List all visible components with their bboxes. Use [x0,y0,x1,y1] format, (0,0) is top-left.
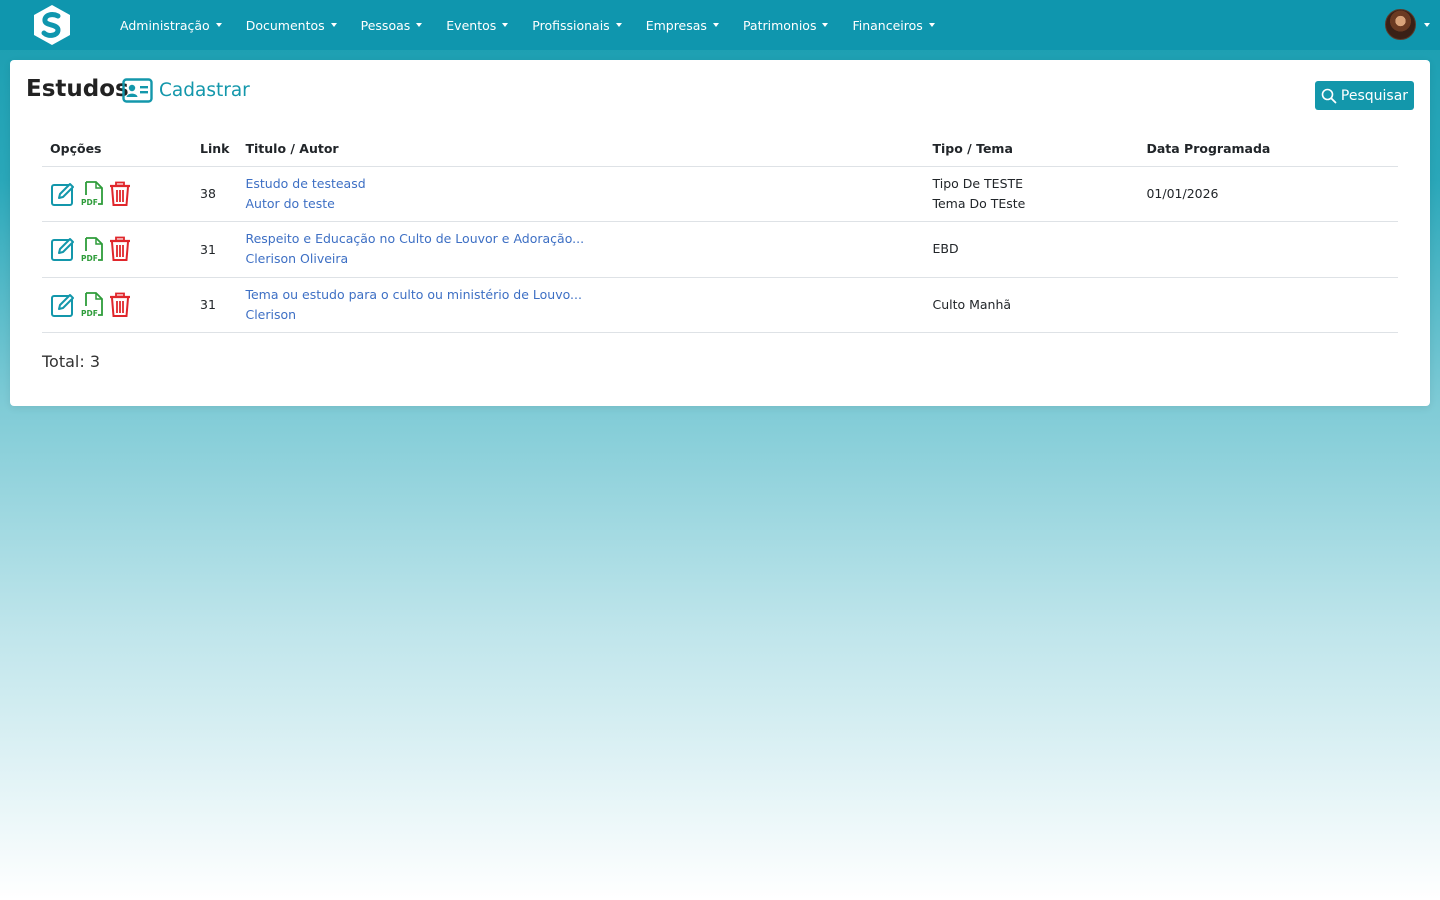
chevron-down-icon [416,23,423,27]
menu-pessoas-label: Pessoas [360,17,411,33]
search-icon [1321,88,1337,103]
menu-administracao[interactable]: Administração [120,18,222,33]
avatar[interactable] [1385,9,1416,40]
menu-empresas-label: Empresas [645,17,707,33]
edit-icon[interactable] [50,181,76,207]
study-type: Tipo De TESTE [932,175,1024,191]
header-type-theme: Tipo / Tema [924,132,1139,167]
table-row: PDF 31 Tema ou estudo para o culto ou mi… [42,277,1398,333]
menu-documentos-label: Documentos [245,17,325,33]
scheduled-date-cell [1138,221,1398,278]
title-author-cell: Estudo de testeasd Autor do teste [237,166,925,222]
options-cell: PDF [42,221,192,278]
header-scheduled-date: Data Programada [1138,132,1398,167]
header-options: Opções [42,132,192,167]
study-type: EBD [932,241,959,257]
edit-icon[interactable] [50,236,76,262]
top-navbar: Administração Documentos Pessoas Eventos… [0,0,1440,50]
chevron-down-icon [502,23,509,27]
menu-profissionais[interactable]: Profissionais [532,17,622,33]
header-title-author: Titulo / Autor [237,132,925,167]
title-author-cell: Tema ou estudo para o culto ou ministéri… [237,277,925,333]
options-cell: PDF [42,277,192,333]
link-cell: 38 [192,166,238,222]
chevron-down-icon [615,23,622,27]
menu-administracao-label: Administração [120,17,210,33]
table-row: PDF 38 Estudo de testeasd Autor do teste… [42,166,1398,222]
study-author-link[interactable]: Clerison Oliveira [245,249,916,269]
study-author-link[interactable]: Autor do teste [245,194,916,214]
page-title: Estudos [26,76,129,102]
trash-icon[interactable] [108,292,132,318]
pdf-icon[interactable]: PDF [80,291,104,318]
chevron-down-icon [215,23,222,27]
menu-financeiros[interactable]: Financeiros [852,17,935,33]
search-label: Pesquisar [1340,87,1409,104]
menu-financeiros-label: Financeiros [852,17,923,33]
scheduled-date-cell [1138,277,1398,333]
menu-pessoas[interactable]: Pessoas [361,18,423,33]
user-menu[interactable] [1385,9,1430,40]
menu-profissionais-label: Profissionais [532,17,610,33]
table-row: PDF 31 Respeito e Educação no Culto de L… [42,221,1398,278]
create-link[interactable]: Cadastrar [122,78,250,103]
menu-patrimonios[interactable]: Patrimonios [743,18,829,33]
search-button[interactable]: Pesquisar [1315,81,1414,110]
menu-patrimonios-label: Patrimonios [742,17,817,33]
chevron-down-icon [822,23,829,27]
title-author-cell: Respeito e Educação no Culto de Louvor e… [237,221,925,278]
menu-documentos[interactable]: Documentos [246,18,337,33]
chevron-down-icon [712,23,719,27]
svg-text:PDF: PDF [81,309,98,318]
study-type: Culto Manhã [932,296,1012,312]
chevron-down-icon [1424,22,1430,27]
header-link: Link [192,132,238,167]
menu-eventos-label: Eventos [446,17,497,33]
type-theme-cell: Culto Manhã [924,277,1139,333]
chevron-down-icon [928,23,935,27]
table-header-row: Opções Link Titulo / Autor Tipo / Tema D… [42,132,1398,167]
svg-text:PDF: PDF [81,198,98,207]
link-cell: 31 [192,221,238,278]
svg-text:PDF: PDF [81,254,98,263]
trash-icon[interactable] [108,181,132,207]
link-cell: 31 [192,277,238,333]
study-title-link[interactable]: Tema ou estudo para o culto ou ministéri… [245,285,916,305]
content-card: Estudos Cadastrar Pesquisar Opções Link … [10,60,1430,406]
options-cell: PDF [42,166,192,222]
scheduled-date-cell: 01/01/2026 [1138,166,1398,222]
menu-empresas[interactable]: Empresas [646,18,719,33]
study-theme: Tema Do TEste [932,195,1026,211]
study-title-link[interactable]: Respeito e Educação no Culto de Louvor e… [245,229,916,249]
main-menu: Administração Documentos Pessoas Eventos… [120,0,959,50]
type-theme-cell: Tipo De TESTE Tema Do TEste [924,166,1139,222]
study-title-link[interactable]: Estudo de testeasd [245,174,916,194]
edit-icon[interactable] [50,292,76,318]
studies-table: Opções Link Titulo / Autor Tipo / Tema D… [42,132,1398,333]
pdf-icon[interactable]: PDF [80,180,104,207]
menu-eventos[interactable]: Eventos [446,17,509,33]
pdf-icon[interactable]: PDF [80,236,104,263]
chevron-down-icon [330,23,337,27]
create-label: Cadastrar [159,80,250,101]
study-author-link[interactable]: Clerison [245,305,916,325]
brand-logo-icon[interactable] [30,4,74,46]
id-card-icon [122,78,153,103]
total-count: Total: 3 [42,352,101,371]
type-theme-cell: EBD [924,221,1139,278]
trash-icon[interactable] [108,236,132,262]
